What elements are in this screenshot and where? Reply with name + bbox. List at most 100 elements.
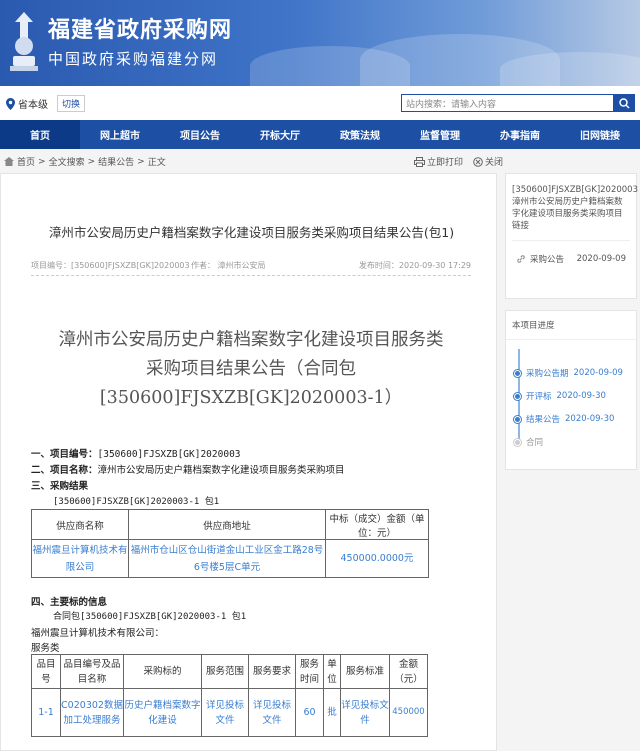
table-header: 供应商名称 <box>31 509 129 540</box>
link-icon <box>517 255 525 263</box>
related-link-panel: [350600]FJSXZB[GK]2020003漳州市公安局历史户籍档案数字化… <box>505 173 638 299</box>
nav-item-supervision[interactable]: 监督管理 <box>400 120 480 149</box>
progress-step-date: 2020-09-30 <box>565 414 615 424</box>
item-standard: 详见投标文件 <box>340 688 390 737</box>
breadcrumb-separator: > <box>87 156 96 167</box>
supplier-address: 福州市仓山区仓山街道金山工业区金工路28号6号楼5层C单元 <box>128 539 326 578</box>
nav-item-home[interactable]: 首页 <box>0 120 80 149</box>
section-label: 二、项目名称： <box>31 465 98 476</box>
item-number: 1-1 <box>31 688 61 737</box>
meta-date: 发布时间：2020-09-30 17:29 <box>358 261 471 270</box>
nav-item-online-mall[interactable]: 网上超市 <box>80 120 160 149</box>
related-link-row[interactable]: 采购公告 2020-09-09 <box>516 253 626 265</box>
item-unit: 批 <box>323 688 341 737</box>
table-header: 中标（成交）金额（单位：元） <box>325 509 429 540</box>
progress-step-label: 结果公告 <box>526 415 561 425</box>
nav-item-policies[interactable]: 政策法规 <box>320 120 400 149</box>
related-link-title[interactable]: [350600]FJSXZB[GK]2020003漳州市公安局历史户籍档案数字化… <box>512 184 638 241</box>
section-label: 四、主要标的信息 <box>31 597 108 608</box>
nav-item-project-notices[interactable]: 项目公告 <box>160 120 240 149</box>
announcement-heading: 漳州市公安局历史户籍档案数字化建设项目服务类 采购项目结果公告（合同包 [350… <box>31 326 471 413</box>
nav-item-guide[interactable]: 办事指南 <box>480 120 560 149</box>
section-label: 一、项目编号： <box>31 449 98 460</box>
meta-author: 作者： 漳州市公安局 <box>191 261 266 270</box>
table-header: 服务时间 <box>295 654 324 689</box>
progress-dot-icon <box>514 415 521 423</box>
breadcrumb-separator: > <box>137 156 145 167</box>
search-input[interactable]: 站内搜索：请输入内容 <box>401 94 614 112</box>
close-label: 关闭 <box>485 158 504 168</box>
emblem-icon <box>10 12 38 71</box>
item-amount: 450000 <box>389 688 428 737</box>
heading-line: 漳州市公安局历史户籍档案数字化建设项目服务类 <box>58 330 444 350</box>
search-button[interactable] <box>614 94 635 112</box>
table-header: 单位 <box>323 654 341 689</box>
breadcrumb-results[interactable]: 结果公告 <box>98 155 134 168</box>
nav-item-bid-hall[interactable]: 开标大厅 <box>240 120 320 149</box>
print-button[interactable]: 立即打印 <box>414 155 463 168</box>
article-title: 漳州市公安局历史户籍档案数字化建设项目服务类采购项目结果公告(包1) <box>48 225 455 240</box>
items-package: 合同包[350600]FJSXZB[GK]2020003-1 包1 <box>53 612 247 622</box>
table-header: 服务要求 <box>248 654 296 689</box>
article-meta: 项目编号：[350600]FJSXZB[GK]2020003 作者： 漳州市公安… <box>31 260 471 276</box>
progress-dot-icon <box>514 369 521 377</box>
item-time: 60 <box>295 688 324 737</box>
progress-step-date: 2020-09-09 <box>573 368 623 378</box>
progress-step[interactable]: 采购公告期 2020-09-09 <box>514 367 623 379</box>
site-title: 福建省政府采购网 <box>48 17 233 43</box>
table-header: 采购标的 <box>123 654 202 689</box>
item-code-name: C020302数据加工处理服务 <box>60 688 124 737</box>
table-header: 供应商地址 <box>128 509 326 540</box>
section-label: 三、采购结果 <box>31 481 89 492</box>
breadcrumb-current: 正文 <box>147 158 166 168</box>
section-project-name: 二、项目名称：漳州市公安局历史户籍档案数字化建设项目服务类采购项目 <box>31 462 345 476</box>
breadcrumb-home[interactable]: 首页 <box>17 155 35 168</box>
heading-line: 采购项目结果公告（合同包 <box>146 359 356 379</box>
page-actions: 立即打印 关闭 <box>414 155 503 168</box>
table-header: 金额（元） <box>389 654 428 689</box>
heading-line: [350600]FJSXZB[GK]2020003-1） <box>99 388 403 408</box>
region-selector: 省本级 切换 <box>6 95 86 112</box>
items-type: 服务类 <box>31 643 60 654</box>
switch-region-button[interactable]: 切换 <box>57 95 86 112</box>
article-panel: 漳州市公安局历史户籍档案数字化建设项目服务类采购项目结果公告(包1) 项目编号：… <box>0 173 497 751</box>
progress-step-label: 合同 <box>526 438 544 448</box>
location-pin-icon <box>6 97 15 110</box>
nav-item-old-site[interactable]: 旧网链接 <box>560 120 640 149</box>
site-subtitle: 中国政府采购福建分网 <box>48 50 219 68</box>
progress-title: 本项目进度 <box>506 311 636 340</box>
progress-step[interactable]: 开评标 2020-09-30 <box>514 390 606 402</box>
printer-icon <box>414 156 425 167</box>
related-link-type: 采购公告 <box>530 255 565 265</box>
toolbar: 省本级 切换 站内搜索：请输入内容 <box>0 86 640 120</box>
print-label: 立即打印 <box>427 158 464 168</box>
section-main-items: 四、主要标的信息 <box>31 594 107 608</box>
section-results: 三、采购结果 <box>31 478 88 492</box>
progress-dot-icon <box>514 392 521 400</box>
progress-panel: 本项目进度 采购公告期 2020-09-09 开评标 2020-09-30 结果… <box>505 310 637 470</box>
section-project-code: 一、项目编号：[350600]FJSXZB[GK]2020003 <box>31 446 241 460</box>
site-banner: 福建省政府采购网 中国政府采购福建分网 <box>0 0 640 86</box>
table-row: 福州震旦计算机技术有限公司 福州市仓山区仓山街道金山工业区金工路28号6号楼5层… <box>31 539 429 578</box>
item-subject: 历史户籍档案数字化建设 <box>123 688 202 737</box>
progress-step-label: 采购公告期 <box>526 369 569 379</box>
section-value: [350600]FJSXZB[GK]2020003 <box>97 449 241 460</box>
progress-dot-icon <box>514 438 521 446</box>
breadcrumb-separator: > <box>38 156 46 167</box>
item-scope: 详见投标文件 <box>201 688 249 737</box>
table-header: 服务标准 <box>340 654 390 689</box>
close-button[interactable]: 关闭 <box>473 155 503 168</box>
bid-amount: 450000.0000元 <box>325 539 429 578</box>
items-table: 品目号 品目编号及品目名称 采购标的 服务范围 服务要求 服务时间 单位 服务标… <box>31 654 428 737</box>
breadcrumb: 首页 > 全文搜索 > 结果公告 > 正文 <box>4 155 166 168</box>
table-header: 品目号 <box>31 654 61 689</box>
close-icon <box>473 156 483 167</box>
main-nav: 首页 网上超市 项目公告 开标大厅 政策法规 监督管理 办事指南 旧网链接 <box>0 120 640 149</box>
progress-step[interactable]: 结果公告 2020-09-30 <box>514 413 614 425</box>
breadcrumb-search[interactable]: 全文搜索 <box>49 155 85 168</box>
meta-project-code: 项目编号：[350600]FJSXZB[GK]2020003 <box>31 261 190 270</box>
supplier-name: 福州震旦计算机技术有限公司 <box>31 539 129 578</box>
results-package: [350600]FJSXZB[GK]2020003-1 包1 <box>53 497 220 507</box>
supplier-table: 供应商名称 供应商地址 中标（成交）金额（单位：元） 福州震旦计算机技术有限公司… <box>31 509 429 578</box>
home-icon <box>4 157 14 166</box>
